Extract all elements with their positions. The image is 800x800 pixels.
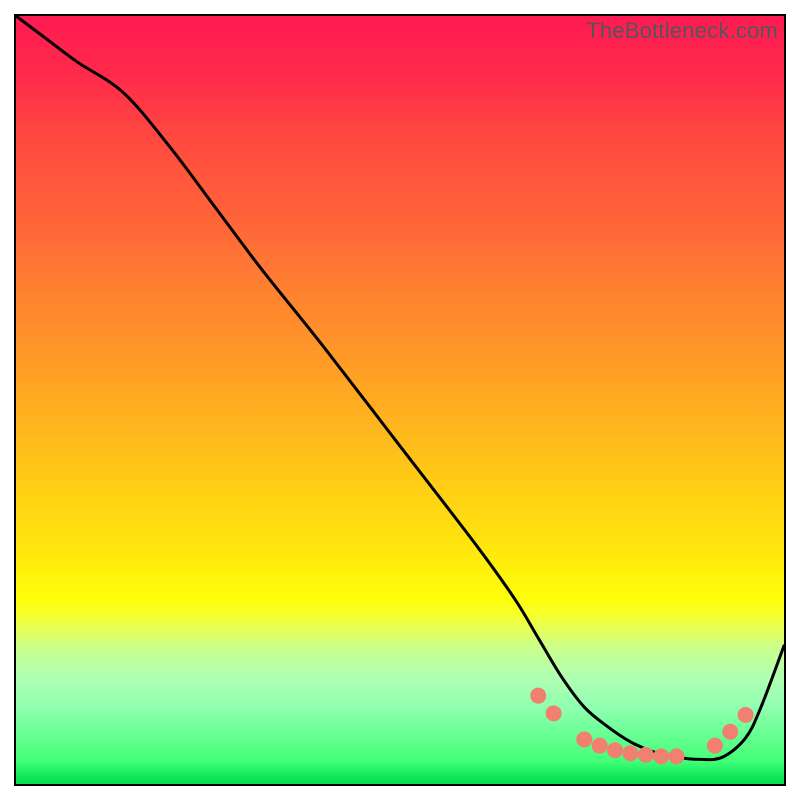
bottleneck-curve-path <box>16 16 784 760</box>
watermark-label: TheBottleneck.com <box>586 18 778 44</box>
marker-dot <box>707 738 723 754</box>
marker-dot <box>546 705 562 721</box>
marker-dot <box>668 748 684 764</box>
chart-svg <box>16 16 784 784</box>
marker-dot <box>607 742 623 758</box>
marker-dot <box>530 688 546 704</box>
marker-dot <box>653 748 669 764</box>
markers-group <box>530 688 753 765</box>
marker-dot <box>638 747 654 763</box>
plot-area <box>14 14 786 786</box>
chart-container: TheBottleneck.com <box>0 0 800 800</box>
marker-dot <box>622 745 638 761</box>
marker-dot <box>738 707 754 723</box>
marker-dot <box>576 731 592 747</box>
marker-dot <box>722 724 738 740</box>
marker-dot <box>592 738 608 754</box>
